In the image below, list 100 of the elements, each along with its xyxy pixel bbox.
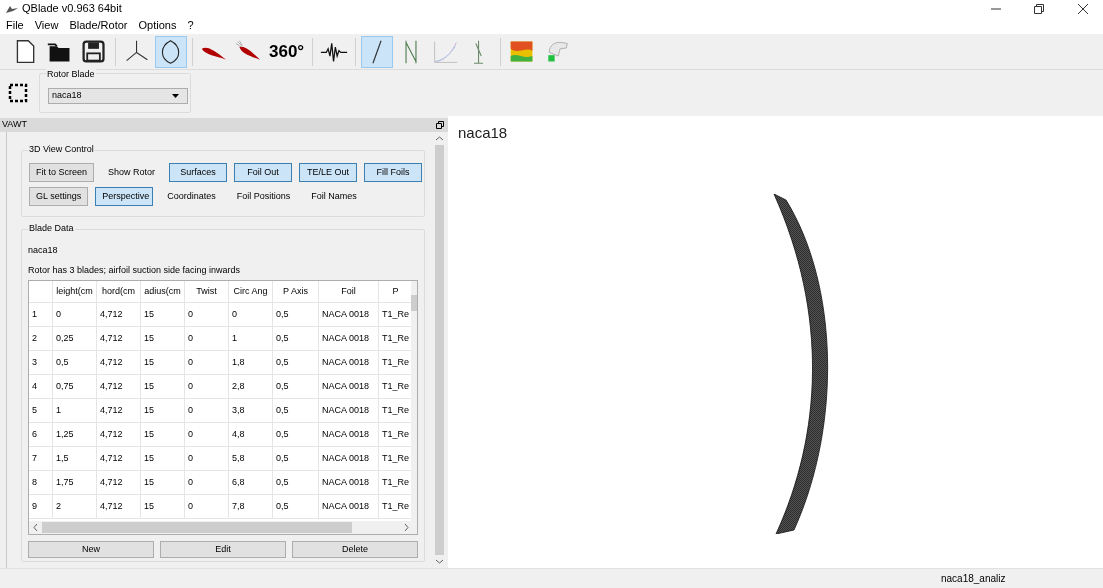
float-icon[interactable] [436,121,444,129]
table-cell: NACA 0018 [319,447,379,470]
table-cell: 0,5 [273,375,319,398]
menu-item[interactable]: Blade/Rotor [69,17,128,34]
table-cell: 0 [185,447,229,470]
menu-item[interactable]: ? [187,17,194,34]
menu-item[interactable]: Options [138,17,177,34]
menu-item[interactable]: View [34,17,59,34]
column-header[interactable]: hord(cm [97,281,141,302]
table-cell: 0,5 [273,399,319,422]
row-header[interactable]: 8 [29,471,53,494]
horizontal-scrollbar[interactable] [29,521,417,534]
scroll-left-icon[interactable] [33,524,38,531]
table-cell: NACA 0018 [319,495,379,518]
row-header[interactable]: 1 [29,303,53,326]
row-header[interactable]: 9 [29,495,53,518]
table-cell: 0 [185,471,229,494]
toggle-button[interactable]: Foil Out [234,163,293,182]
row-header[interactable]: 4 [29,375,53,398]
table-cell: 0 [185,375,229,398]
table-cell: 0,5 [273,423,319,446]
table-cell: 0,5 [273,447,319,470]
table-cell: 7,8 [229,495,273,518]
column-header[interactable]: P Axis [273,281,319,302]
action-button[interactable]: Edit [160,541,286,558]
toggle-button[interactable]: Foil Names [304,187,364,206]
dropdown-arrow-icon [172,94,179,98]
table-cell: 4,712 [97,303,141,326]
table-cell: NACA 0018 [319,327,379,350]
selection-icon[interactable] [8,83,28,103]
table-cell: 15 [141,495,185,518]
rotor-blade-dropdown[interactable]: naca18 [48,88,188,104]
toggle-button[interactable]: Perspective [95,187,154,206]
scroll-down-icon[interactable] [436,559,443,564]
column-header[interactable]: Twist [185,281,229,302]
table-cell: 1 [229,327,273,350]
close-icon[interactable] [1078,3,1088,14]
save-icon[interactable] [80,37,108,66]
table-cell: 4,712 [97,423,141,446]
table-cell: NACA 0018 [319,423,379,446]
table-cell: NACA 0018 [319,375,379,398]
column-header[interactable]: leight(cm [53,281,97,302]
window-title: QBlade v0.963 64bit [22,1,122,17]
table-cell: 1,75 [53,471,97,494]
table-cell: 0 [185,495,229,518]
toggle-button[interactable]: Show Rotor [101,163,163,182]
row-header[interactable]: 5 [29,399,53,422]
table-cell: 0 [229,303,273,326]
table-cell: 4,712 [97,495,141,518]
toggle-button[interactable]: TE/LE Out [299,163,358,182]
column-header[interactable]: Foil [319,281,379,302]
table-cell: 5,8 [229,447,273,470]
vertical-scrollbar[interactable] [411,281,417,521]
menu-item[interactable]: File [6,17,24,34]
scroll-up-icon[interactable] [436,136,443,141]
table-cell: 4,712 [97,327,141,350]
360-degree-button[interactable]: 360° [266,35,308,68]
table-cell: 0 [53,303,97,326]
table-cell: 1 [53,399,97,422]
scroll-right-icon[interactable] [404,524,409,531]
toggle-button[interactable]: Surfaces [169,163,228,182]
table-cell: 4,712 [97,351,141,374]
table-cell: 4,712 [97,447,141,470]
restore-icon[interactable] [1034,3,1044,14]
table-cell: 0,5 [273,471,319,494]
table-cell: 1,25 [53,423,97,446]
status-text: naca18_analiz [941,572,1006,586]
column-header[interactable]: adius(cm [141,281,185,302]
toggle-button[interactable]: GL settings [29,187,89,206]
table-cell: 0 [185,303,229,326]
table-cell: 15 [141,375,185,398]
table-cell: 0,5 [273,351,319,374]
toggle-button[interactable]: Coordinates [160,187,223,206]
dock-title: VAWT [2,118,27,132]
action-button[interactable]: New [28,541,154,558]
row-header[interactable]: 2 [29,327,53,350]
table-cell: NACA 0018 [319,351,379,374]
table-cell: 0 [185,327,229,350]
table-cell: 0 [185,423,229,446]
table-cell: 0,5 [273,495,319,518]
table-cell: 15 [141,327,185,350]
table-cell: 2 [53,495,97,518]
toggle-button[interactable]: Fit to Screen [29,163,95,182]
table-cell: 0,75 [53,375,97,398]
table-cell: 0 [185,351,229,374]
toggle-button[interactable]: Fill Foils [364,163,423,182]
table-cell: 0,25 [53,327,97,350]
table-cell: 15 [141,423,185,446]
action-button[interactable]: Delete [292,541,418,558]
row-header[interactable]: 3 [29,351,53,374]
table-cell: 0,5 [273,327,319,350]
table-cell: 15 [141,351,185,374]
toggle-button[interactable]: Foil Positions [229,187,298,206]
table-cell: 1,8 [229,351,273,374]
row-header[interactable]: 7 [29,447,53,470]
column-header[interactable]: Circ Ang [229,281,273,302]
row-header[interactable]: 6 [29,423,53,446]
table-cell: 15 [141,303,185,326]
table-cell: 0,5 [53,351,97,374]
table-cell: 0 [185,399,229,422]
